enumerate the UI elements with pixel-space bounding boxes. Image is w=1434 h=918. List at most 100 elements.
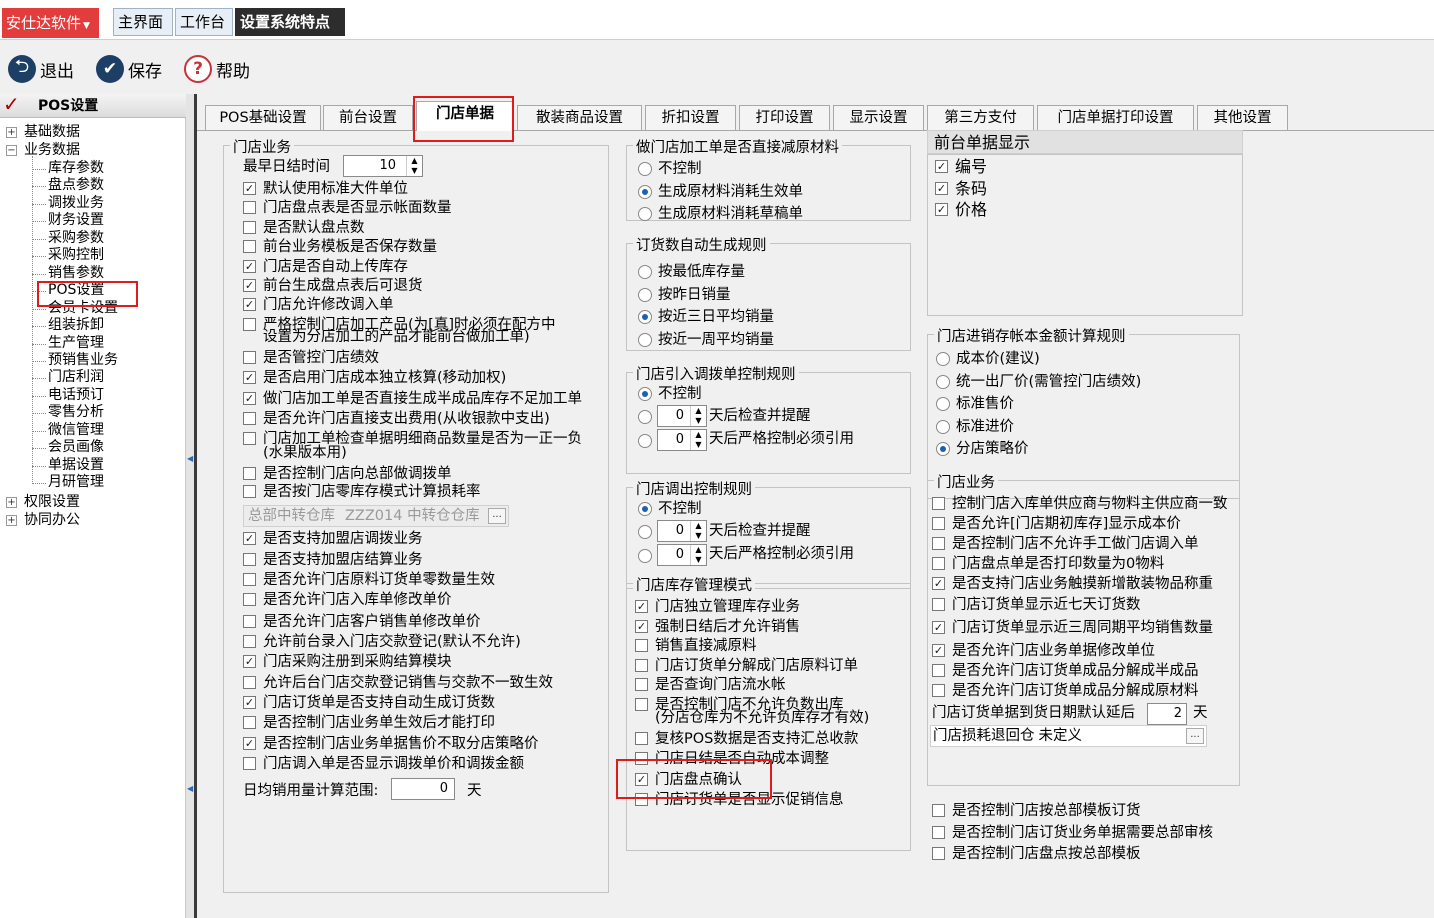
tree-expander-icon[interactable]: + <box>6 514 17 526</box>
radio-circle[interactable] <box>638 525 652 539</box>
tree-node[interactable]: 权限设置 <box>24 494 80 511</box>
browse-button[interactable]: ... <box>1186 727 1204 744</box>
checkbox-box[interactable]: ✓ <box>635 619 648 633</box>
checkbox-box[interactable] <box>932 804 945 817</box>
checkbox-box[interactable]: ✓ <box>932 643 945 657</box>
tree-node-4[interactable]: 采购参数 <box>48 230 104 247</box>
tree-expander-icon[interactable]: − <box>6 145 17 156</box>
radio-circle[interactable] <box>638 549 652 563</box>
tree-node-18[interactable]: 月研管理 <box>48 474 104 491</box>
checkbox-box[interactable]: ✓ <box>932 577 945 591</box>
radio-circle[interactable] <box>638 387 652 401</box>
spin-arrows-icon[interactable]: ▲ ▼ <box>690 406 706 426</box>
delay-days-input[interactable]: 2 <box>1147 702 1187 725</box>
checkbox-box[interactable] <box>932 497 945 510</box>
tree-expander-icon[interactable]: + <box>6 127 17 138</box>
checkbox-box[interactable] <box>932 597 945 611</box>
checkbox-box[interactable] <box>932 517 945 531</box>
tree-node-6[interactable]: 销售参数 <box>48 265 104 282</box>
spin-arrows-icon[interactable]: ▲ ▼ <box>690 545 706 565</box>
tree-node[interactable]: 基础数据 <box>24 124 80 141</box>
checkbox-box[interactable] <box>635 698 648 711</box>
checkbox-box[interactable] <box>932 557 945 571</box>
save-button[interactable]: ✔ 保存 <box>96 54 162 84</box>
radio-circle[interactable] <box>638 310 652 324</box>
tab-6[interactable]: 显示设置 <box>833 105 924 130</box>
checkbox-box[interactable]: ✓ <box>243 279 256 292</box>
checkbox-box[interactable] <box>932 847 945 860</box>
tab-3[interactable]: 散装商品设置 <box>517 105 642 130</box>
checkbox-box[interactable] <box>932 537 945 551</box>
tab-0[interactable]: POS基础设置 <box>205 105 321 130</box>
checkbox-box[interactable]: ✓ <box>243 736 256 750</box>
checkbox-box[interactable] <box>243 593 256 607</box>
checkbox-box[interactable]: ✓ <box>243 371 256 385</box>
tab-main[interactable]: 主界面 <box>113 8 173 36</box>
tab-7[interactable]: 第三方支付 <box>927 105 1034 130</box>
checkbox-box[interactable]: ✓ <box>243 532 256 546</box>
tree-node-17[interactable]: 单据设置 <box>48 457 104 474</box>
checkbox-box[interactable] <box>243 220 256 234</box>
checkbox-box[interactable] <box>243 484 256 498</box>
checkbox-box[interactable] <box>932 663 945 677</box>
checkbox-box[interactable]: ✓ <box>243 298 256 312</box>
tree-expander-icon[interactable]: + <box>6 496 17 508</box>
tree-node-11[interactable]: 预销售业务 <box>48 352 118 369</box>
checkbox-box[interactable] <box>243 240 256 254</box>
tree-node-0[interactable]: 库存参数 <box>48 160 104 177</box>
checkbox-box[interactable] <box>932 825 945 839</box>
checkbox-box[interactable]: ✓ <box>243 259 256 273</box>
transfer-in-check-days[interactable]: 0 ▲ ▼ <box>657 405 707 427</box>
checkbox-box[interactable]: ✓ <box>243 655 256 669</box>
tree-node[interactable]: 协同办公 <box>24 512 80 529</box>
collapse-arrow-icon[interactable]: ◀ <box>187 454 193 466</box>
radio-circle[interactable] <box>638 184 652 199</box>
radio-circle[interactable] <box>638 332 652 347</box>
checkbox-box[interactable] <box>243 201 256 215</box>
warehouse-field[interactable]: 总部中转仓库 ZZZ014 中转仓仓库... <box>243 505 509 528</box>
checkbox-box[interactable]: ✓ <box>935 160 948 173</box>
checkbox-box[interactable] <box>243 350 256 364</box>
radio-circle[interactable] <box>936 352 950 366</box>
transfer-in-strict-days[interactable]: 0 ▲ ▼ <box>657 429 707 451</box>
tree-node-5[interactable]: 采购控制 <box>48 247 104 264</box>
tree-node-13[interactable]: 电话预订 <box>48 387 104 404</box>
radio-circle[interactable] <box>638 434 652 448</box>
checkbox-box[interactable] <box>635 658 648 672</box>
checkbox-box[interactable] <box>243 614 256 628</box>
radio-circle[interactable] <box>638 265 652 279</box>
exit-button[interactable]: ⮌ 退出 <box>8 54 74 84</box>
radio-circle[interactable] <box>638 287 652 302</box>
checkbox-box[interactable]: ✓ <box>243 182 256 195</box>
splitter[interactable]: ◀ ◀ <box>186 94 194 918</box>
tab-system-settings[interactable]: 设置系统特点 <box>235 8 345 36</box>
checkbox-box[interactable]: ✓ <box>935 203 948 216</box>
spin-arrows-icon[interactable]: ▲ ▼ <box>690 521 706 541</box>
earliest-close-spinner[interactable]: 10 ▲ ▼ <box>343 155 423 177</box>
tab-5[interactable]: 打印设置 <box>739 105 830 130</box>
checkbox-box[interactable] <box>635 732 648 745</box>
tab-workbench[interactable]: 工作台 <box>175 8 233 36</box>
checkbox-box[interactable] <box>243 716 256 730</box>
tab-1[interactable]: 前台设置 <box>323 105 413 130</box>
tree-node-10[interactable]: 生产管理 <box>48 335 104 352</box>
radio-circle[interactable] <box>936 397 950 411</box>
tree-node-2[interactable]: 调拨业务 <box>48 195 104 212</box>
checkbox-box[interactable]: ✓ <box>635 600 648 613</box>
checkbox-box[interactable] <box>243 412 256 425</box>
checkbox-box[interactable] <box>243 635 256 649</box>
checkbox-box[interactable] <box>243 317 256 331</box>
transfer-out-check-days[interactable]: 0 ▲ ▼ <box>657 520 707 542</box>
app-menu-button[interactable]: 安仕达软件 ▼ <box>2 8 99 38</box>
collapse-arrow-icon[interactable]: ◀ <box>187 784 193 796</box>
avg-range-input[interactable]: 0 <box>391 778 455 801</box>
browse-button[interactable]: ... <box>488 508 506 525</box>
checkbox-box[interactable] <box>243 675 256 689</box>
spin-arrows-icon[interactable]: ▲ ▼ <box>406 156 422 176</box>
tree-node-3[interactable]: 财务设置 <box>48 212 104 229</box>
tree-node-12[interactable]: 门店利润 <box>48 369 104 386</box>
radio-circle[interactable] <box>638 502 652 516</box>
radio-circle[interactable] <box>936 442 950 456</box>
spin-arrows-icon[interactable]: ▲ ▼ <box>690 430 706 450</box>
help-button[interactable]: ? 帮助 <box>184 54 250 84</box>
